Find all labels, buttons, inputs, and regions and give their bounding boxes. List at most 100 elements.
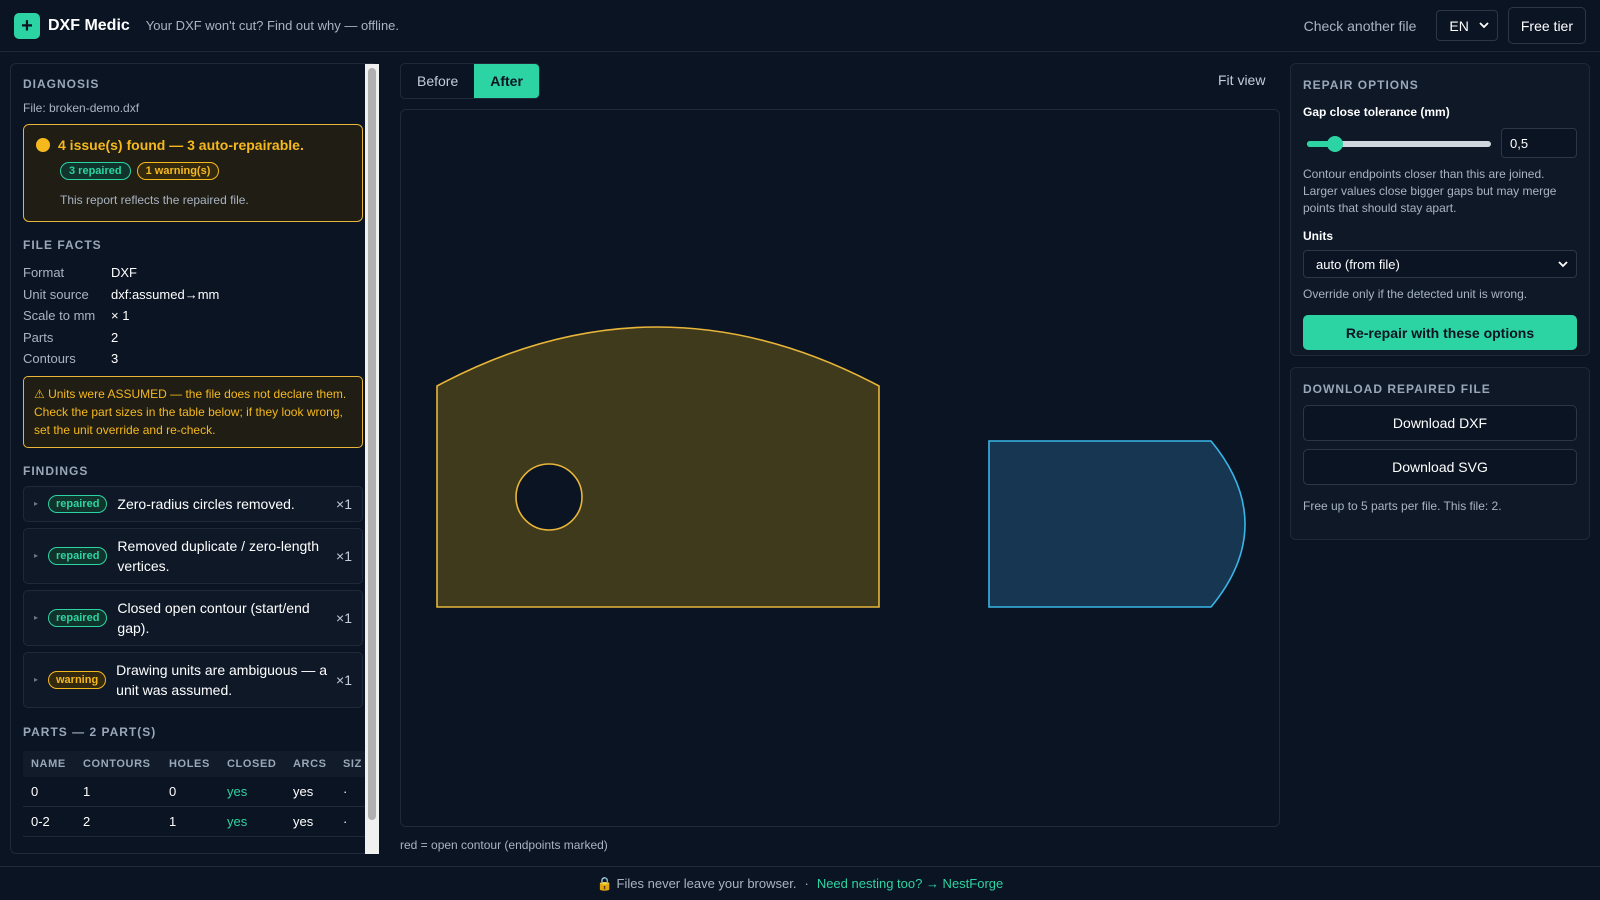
finding-count: ×1 (336, 547, 352, 564)
repair-options-title: REPAIR OPTIONS (1303, 78, 1419, 92)
drawing-svg (436, 326, 1246, 608)
table-cell: 2 (75, 806, 161, 837)
expand-caret-icon: ▸ (34, 613, 39, 622)
top-bar: + DXF Medic Your DXF won't cut? Find out… (0, 0, 1600, 52)
chevron-down-icon (1479, 22, 1489, 29)
fact-key: Parts (23, 329, 54, 345)
finding-count: ×1 (336, 671, 352, 688)
fact-value: × 1 (111, 308, 130, 324)
nestforge-link[interactable]: Need nesting too? → NestForge (817, 876, 1003, 891)
finding-item[interactable]: ▸ repaired Closed open contour (start/en… (23, 589, 363, 646)
file-name: File: broken-demo.dxf (23, 101, 140, 115)
language-select[interactable]: EN (1436, 10, 1498, 41)
header-actions: Check another file EN Free tier (1304, 7, 1586, 44)
diagnosis-panel[interactable]: DIAGNOSIS File: broken-demo.dxf 4 issue(… (10, 63, 378, 854)
repair-options-panel: REPAIR OPTIONS Gap close tolerance (mm) … (1290, 63, 1590, 356)
re-repair-button[interactable]: Re-repair with these options (1303, 315, 1577, 350)
footer-separator: · (804, 876, 809, 891)
column-header: HOLES (161, 750, 219, 777)
findings-list: ▸ repaired Zero-radius circles removed. … (23, 485, 363, 708)
privacy-note: 🔒 Files never leave your browser. (596, 875, 797, 891)
finding-count: ×1 (336, 495, 352, 512)
part-b-outline (988, 440, 1246, 608)
table-cell: 0-2 (23, 806, 75, 837)
chevron-down-icon (1558, 260, 1568, 267)
column-header: NAME (23, 750, 75, 777)
footer: 🔒 Files never leave your browser. · Need… (0, 866, 1600, 900)
tab-after[interactable]: After (474, 64, 539, 98)
slider-thumb[interactable] (1327, 136, 1344, 152)
expand-caret-icon: ▸ (34, 675, 39, 684)
fact-key: Unit source (23, 286, 89, 302)
language-value: EN (1449, 17, 1469, 34)
warning-count-badge: 1 warning(s) (136, 162, 220, 180)
fact-row-format: Format DXF (23, 262, 363, 284)
fact-row-parts: Parts 2 (23, 327, 363, 349)
table-header-row: NAME CONTOURS HOLES CLOSED ARCS SIZ (23, 750, 375, 777)
repaired-count-badge: 3 repaired (60, 162, 131, 180)
finding-text: Removed duplicate / zero-length vertices… (117, 537, 319, 574)
fact-value: 3 (111, 351, 119, 367)
free-tier-button[interactable]: Free tier (1507, 7, 1586, 44)
column-header: CLOSED (219, 750, 285, 777)
check-another-file-link[interactable]: Check another file (1304, 18, 1417, 34)
finding-text: Drawing units are ambiguous — a unit was… (116, 661, 328, 698)
units-select[interactable]: auto (from file) (1303, 250, 1577, 278)
table-row: 0-2 2 1 yes yes · (23, 806, 375, 837)
fact-value: DXF (111, 265, 137, 281)
table-cell: yes (219, 776, 285, 807)
fact-value: dxf:assumed→mm (111, 286, 220, 302)
fact-row-contours: Contours 3 (23, 348, 363, 370)
table-cell: 0 (23, 776, 75, 807)
fit-view-button[interactable]: Fit view (1218, 72, 1265, 88)
download-svg-button[interactable]: Download SVG (1303, 449, 1577, 485)
view-tabs: Before After (400, 63, 540, 99)
diagnosis-scrollbar[interactable] (365, 64, 379, 854)
table-cell: 0 (161, 776, 219, 807)
tolerance-label: Gap close tolerance (mm) (1303, 105, 1450, 119)
table-cell: yes (285, 806, 335, 837)
part-a-hole (515, 463, 583, 531)
fact-key: Contours (23, 351, 76, 367)
finding-item[interactable]: ▸ repaired Zero-radius circles removed. … (23, 485, 363, 522)
download-panel: DOWNLOAD REPAIRED FILE Download DXF Down… (1290, 367, 1590, 540)
download-dxf-button[interactable]: Download DXF (1303, 405, 1577, 441)
table-cell: yes (285, 776, 335, 807)
status-dot-icon (36, 138, 50, 152)
canvas-legend: red = open contour (endpoints marked) (400, 838, 608, 852)
status-badge: repaired (48, 608, 108, 627)
column-header: CONTOURS (75, 750, 161, 777)
expand-caret-icon: ▸ (34, 551, 39, 560)
diagnosis-summary: 4 issue(s) found — 3 auto-repairable. 3 … (23, 124, 363, 222)
finding-item[interactable]: ▸ warning Drawing units are ambiguous — … (23, 651, 363, 708)
report-note: This report reflects the repaired file. (60, 193, 249, 207)
findings-title: FINDINGS (23, 463, 89, 478)
fact-row-scale: Scale to mm × 1 (23, 305, 363, 327)
tolerance-help: Contour endpoints closer than this are j… (1303, 167, 1557, 215)
file-facts-list: Format DXF Unit source dxf:assumed→mm Scal… (23, 262, 363, 370)
expand-caret-icon: ▸ (34, 499, 39, 508)
finding-item[interactable]: ▸ repaired Removed duplicate / zero-leng… (23, 527, 363, 584)
tab-before[interactable]: Before (401, 64, 474, 98)
parts-title: PARTS — 2 PART(S) (23, 724, 157, 739)
free-tier-note: Free up to 5 parts per file. This file: … (1303, 499, 1502, 513)
column-header: ARCS (285, 750, 335, 777)
status-badge: repaired (48, 546, 108, 565)
units-label: Units (1303, 229, 1333, 243)
table-cell: 1 (161, 806, 219, 837)
finding-count: ×1 (336, 609, 352, 626)
file-facts-title: FILE FACTS (23, 238, 102, 252)
drawing-canvas[interactable] (400, 109, 1280, 827)
scrollbar-thumb[interactable] (368, 68, 376, 820)
tagline: Your DXF won't cut? Find out why — offli… (145, 18, 400, 33)
fact-key: Format (23, 265, 65, 281)
finding-text: Closed open contour (start/end gap). (117, 599, 310, 636)
units-value: auto (from file) (1316, 256, 1400, 272)
status-badge: warning (48, 670, 107, 689)
tolerance-input[interactable] (1501, 128, 1577, 158)
parts-table: NAME CONTOURS HOLES CLOSED ARCS SIZ 0 1 … (23, 750, 375, 837)
table-cell: yes (219, 806, 285, 837)
tolerance-slider[interactable] (1303, 128, 1491, 158)
finding-text: Zero-radius circles removed. (117, 495, 295, 512)
units-assumed-warning: ⚠ Units were ASSUMED — the file does not… (23, 375, 363, 448)
